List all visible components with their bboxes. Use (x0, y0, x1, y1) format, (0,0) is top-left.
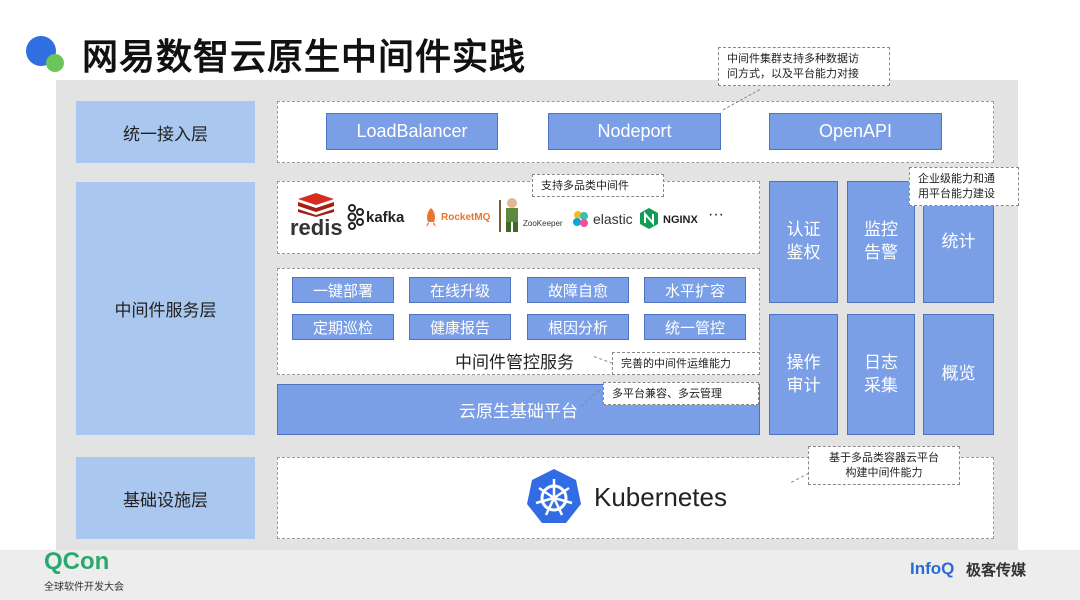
log-collect-box: 日志 采集 (847, 314, 915, 435)
layer-label-access: 统一接入层 (76, 101, 255, 163)
monitor-alert-box: 监控 告警 (847, 181, 915, 303)
one-click-deploy-box: 一键部署 (292, 277, 394, 303)
overview-box: 概览 (923, 314, 994, 435)
nodeport-box: Nodeport (548, 113, 721, 150)
rocketmq-logo: RocketMQ (424, 208, 494, 230)
kafka-logo: kafka (346, 204, 412, 234)
control-service-title: 中间件管控服务 (455, 353, 574, 373)
self-healing-box: 故障自愈 (527, 277, 629, 303)
auth-box: 认证 鉴权 (769, 181, 838, 303)
title-dots-icon (26, 36, 68, 76)
periodic-inspection-box: 定期巡检 (292, 314, 394, 340)
zookeeper-logo: ZooKeeper (497, 196, 569, 236)
callout-ops: 完善的中间件运维能力 (612, 352, 760, 376)
redis-logo: redis (290, 193, 343, 243)
openapi-box: OpenAPI (769, 113, 942, 150)
kubernetes-icon (527, 469, 581, 523)
redis-icon (298, 193, 334, 217)
callout-multicloud: 多平台兼容、多云管理 (603, 382, 759, 406)
health-report-box: 健康报告 (409, 314, 511, 340)
qcon-logo: QCon (44, 548, 110, 575)
qcon-subtitle: 全球软件开发大会 (44, 582, 124, 593)
zookeeper-icon (499, 198, 518, 232)
elastic-logo: elastic (572, 209, 636, 231)
callout-access: 中间件集群支持多种数据访 问方式，以及平台能力对接 (718, 47, 890, 86)
kubernetes-label: Kubernetes (594, 482, 727, 512)
horizontal-scaling-box: 水平扩容 (644, 277, 746, 303)
unified-control-box: 统一管控 (644, 314, 746, 340)
root-cause-box: 根因分析 (527, 314, 629, 340)
rocket-icon (426, 208, 436, 227)
infoq-logo: InfoQ (910, 559, 955, 578)
kafka-icon (347, 204, 364, 230)
more-logos: ··· (708, 206, 724, 223)
elastic-icon (573, 211, 588, 227)
page-title: 网易数智云原生中间件实践 (82, 37, 527, 78)
callout-multi-type: 支持多品类中间件 (532, 174, 664, 198)
nginx-icon (640, 208, 658, 229)
online-upgrade-box: 在线升级 (409, 277, 511, 303)
loadbalancer-box: LoadBalancer (326, 113, 498, 150)
nginx-logo: NGINX (639, 208, 698, 232)
callout-container: 基于多品类容器云平台 构建中间件能力 (808, 446, 960, 485)
callout-enterprise: 企业级能力和通 用平台能力建设 (909, 167, 1019, 206)
audit-box: 操作 审计 (769, 314, 838, 435)
layer-label-middleware: 中间件服务层 (76, 182, 255, 435)
layer-label-infra: 基础设施层 (76, 457, 255, 539)
infoq-cn-label: 极客传媒 (966, 561, 1027, 579)
